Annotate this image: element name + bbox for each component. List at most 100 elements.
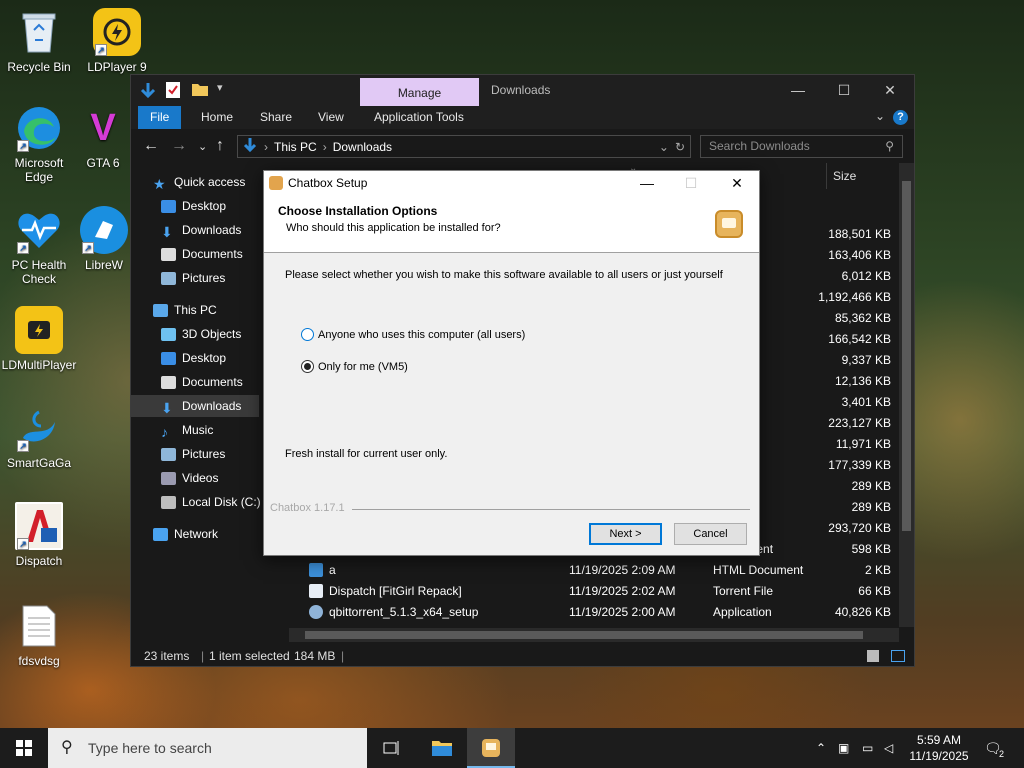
close-button[interactable]: ✕: [867, 75, 913, 106]
pictures-icon: [161, 271, 176, 285]
vertical-scrollbar[interactable]: [899, 163, 914, 627]
shortcut-arrow-icon: ↗: [17, 140, 29, 152]
nav-music[interactable]: ♪ Music: [161, 419, 213, 441]
nav-this-pc[interactable]: This PC: [153, 299, 217, 321]
taskbar-search-input[interactable]: ⚲ Type here to search: [48, 728, 367, 768]
nav-label: Quick access: [174, 175, 246, 189]
task-view-button[interactable]: [368, 728, 416, 768]
desktop-icon-smartgaga[interactable]: ↗ SmartGaGa: [0, 404, 78, 470]
forward-icon[interactable]: →: [171, 137, 187, 155]
next-button[interactable]: Next >: [589, 523, 662, 545]
expand-ribbon-icon[interactable]: ⌄: [875, 109, 885, 123]
file-size: 11,971 KB: [835, 437, 891, 451]
up-icon[interactable]: ↑: [216, 137, 224, 155]
down-arrow-icon[interactable]: [139, 81, 157, 99]
desktop-icon-dispatch[interactable]: ↗ Dispatch: [0, 502, 78, 568]
radio-unchecked-icon[interactable]: [301, 328, 314, 341]
manage-tab[interactable]: Manage: [360, 78, 479, 106]
nav-documents[interactable]: Documents: [161, 243, 243, 265]
desktop-icon-gta[interactable]: V GTA 6: [78, 104, 128, 170]
quick-access-toolbar: ▾: [139, 81, 227, 99]
window-title: Downloads: [491, 83, 551, 97]
breadcrumb-this-pc[interactable]: This PC: [274, 140, 317, 154]
taskbar-clock[interactable]: 5:59 AM 11/19/2025: [898, 732, 980, 764]
radio-checked-icon[interactable]: [301, 360, 314, 373]
start-button[interactable]: [0, 728, 48, 768]
refresh-icon[interactable]: ↻: [675, 140, 685, 154]
notification-center-button[interactable]: 🗨 2: [984, 728, 1014, 768]
nav-label: Downloads: [182, 223, 242, 237]
nav-pictures-pc[interactable]: Pictures: [161, 443, 225, 465]
tab-view[interactable]: View: [306, 106, 356, 129]
desktop-icon-pc-health[interactable]: ↗ PC Health Check: [0, 206, 78, 286]
desktop-icon: [161, 351, 176, 365]
details-view-icon[interactable]: [867, 650, 879, 662]
nav-3d-objects[interactable]: 3D Objects: [161, 323, 241, 345]
nav-label: Local Disk (C:): [182, 495, 261, 509]
desktop-icon-ldplayer[interactable]: ↗ LDPlayer 9: [78, 8, 156, 74]
address-bar[interactable]: › This PC › Downloads ⌄ ↻: [237, 135, 691, 158]
nav-documents-pc[interactable]: Documents: [161, 371, 243, 393]
volume-icon[interactable]: ◁: [884, 728, 893, 768]
desktop-icon-edge[interactable]: ↗ Microsoft Edge: [0, 104, 78, 184]
properties-icon[interactable]: [165, 81, 183, 99]
nav-network[interactable]: Network: [153, 523, 218, 545]
nav-pictures[interactable]: Pictures: [161, 267, 225, 289]
large-icons-view-icon[interactable]: [891, 650, 905, 662]
desktop-icon-fdsvdsg[interactable]: fdsvdsg: [0, 602, 78, 668]
desktop-icon-ldmultiplayer[interactable]: LDMultiPlayer: [0, 306, 78, 372]
desktop-icon-label: PC Health Check: [11, 258, 67, 286]
nav-quick-access[interactable]: ★ Quick access: [153, 171, 245, 193]
minimize-button[interactable]: —: [775, 75, 821, 106]
horizontal-scrollbar[interactable]: [289, 628, 899, 642]
radio-only-me[interactable]: Only for me (VM5): [301, 360, 408, 373]
documents-icon: [161, 375, 176, 389]
nav-local-disk[interactable]: Local Disk (C:): [161, 491, 261, 513]
scrollbar-thumb[interactable]: [902, 181, 911, 531]
taskbar-file-explorer[interactable]: [418, 728, 466, 768]
dialog-minimize-button[interactable]: —: [624, 171, 670, 195]
nav-desktop-pc[interactable]: Desktop: [161, 347, 226, 369]
nav-downloads-pc[interactable]: ⬇ Downloads: [131, 395, 259, 417]
back-icon[interactable]: ←: [143, 137, 159, 155]
radio-all-users[interactable]: Anyone who uses this computer (all users…: [301, 328, 525, 341]
desktop-icon-recycle-bin[interactable]: Recycle Bin: [0, 8, 78, 74]
cancel-button[interactable]: Cancel: [674, 523, 747, 545]
show-hidden-icons-button[interactable]: ⌃: [816, 728, 826, 768]
chatbox-icon: [482, 739, 500, 757]
recent-locations-icon[interactable]: ⌄: [198, 140, 207, 153]
desktop-icon-label: Dispatch: [15, 554, 63, 568]
maximize-button[interactable]: ☐: [821, 75, 867, 106]
table-row[interactable]: qbittorrent_5.1.3_x64_setup 11/19/2025 2…: [289, 602, 899, 623]
desktop-icon-label: SmartGaGa: [6, 456, 72, 470]
breadcrumb-downloads[interactable]: Downloads: [333, 140, 392, 154]
tab-share[interactable]: Share: [248, 106, 304, 129]
nav-label: This PC: [174, 303, 217, 317]
nav-videos[interactable]: Videos: [161, 467, 218, 489]
new-folder-icon[interactable]: [191, 81, 209, 99]
battery-icon[interactable]: ▣: [838, 728, 849, 768]
file-size: 3,401 KB: [841, 395, 891, 409]
table-row[interactable]: a 11/19/2025 2:09 AM HTML Document 2 KB: [289, 560, 899, 581]
scrollbar-thumb[interactable]: [305, 631, 863, 639]
search-input[interactable]: Search Downloads ⚲: [700, 135, 903, 158]
nav-downloads[interactable]: ⬇ Downloads: [161, 219, 241, 241]
network-icon[interactable]: ▭: [862, 728, 873, 768]
nav-desktop[interactable]: Desktop: [161, 195, 226, 217]
tab-home[interactable]: Home: [189, 106, 245, 129]
tab-file[interactable]: File: [138, 106, 182, 129]
desktop-icon-libre[interactable]: ↗ LibreW: [78, 206, 130, 272]
file-type: Torrent File: [713, 584, 774, 598]
dialog-close-button[interactable]: ✕: [714, 171, 760, 195]
breadcrumb-separator-icon: ›: [264, 139, 268, 154]
address-dropdown-icon[interactable]: ⌄: [659, 140, 669, 154]
desktop-icon-label: LDPlayer 9: [87, 60, 147, 74]
help-icon[interactable]: ?: [893, 110, 908, 125]
table-row[interactable]: Dispatch [FitGirl Repack] 11/19/2025 2:0…: [289, 581, 899, 602]
file-size: 598 KB: [851, 542, 891, 556]
tab-application-tools[interactable]: Application Tools: [362, 106, 476, 129]
dispatch-icon: ↗: [15, 502, 63, 550]
customize-toolbar-icon[interactable]: ▾: [217, 81, 227, 99]
column-header-size[interactable]: Size: [826, 163, 856, 189]
taskbar-chatbox-setup[interactable]: [467, 728, 515, 768]
